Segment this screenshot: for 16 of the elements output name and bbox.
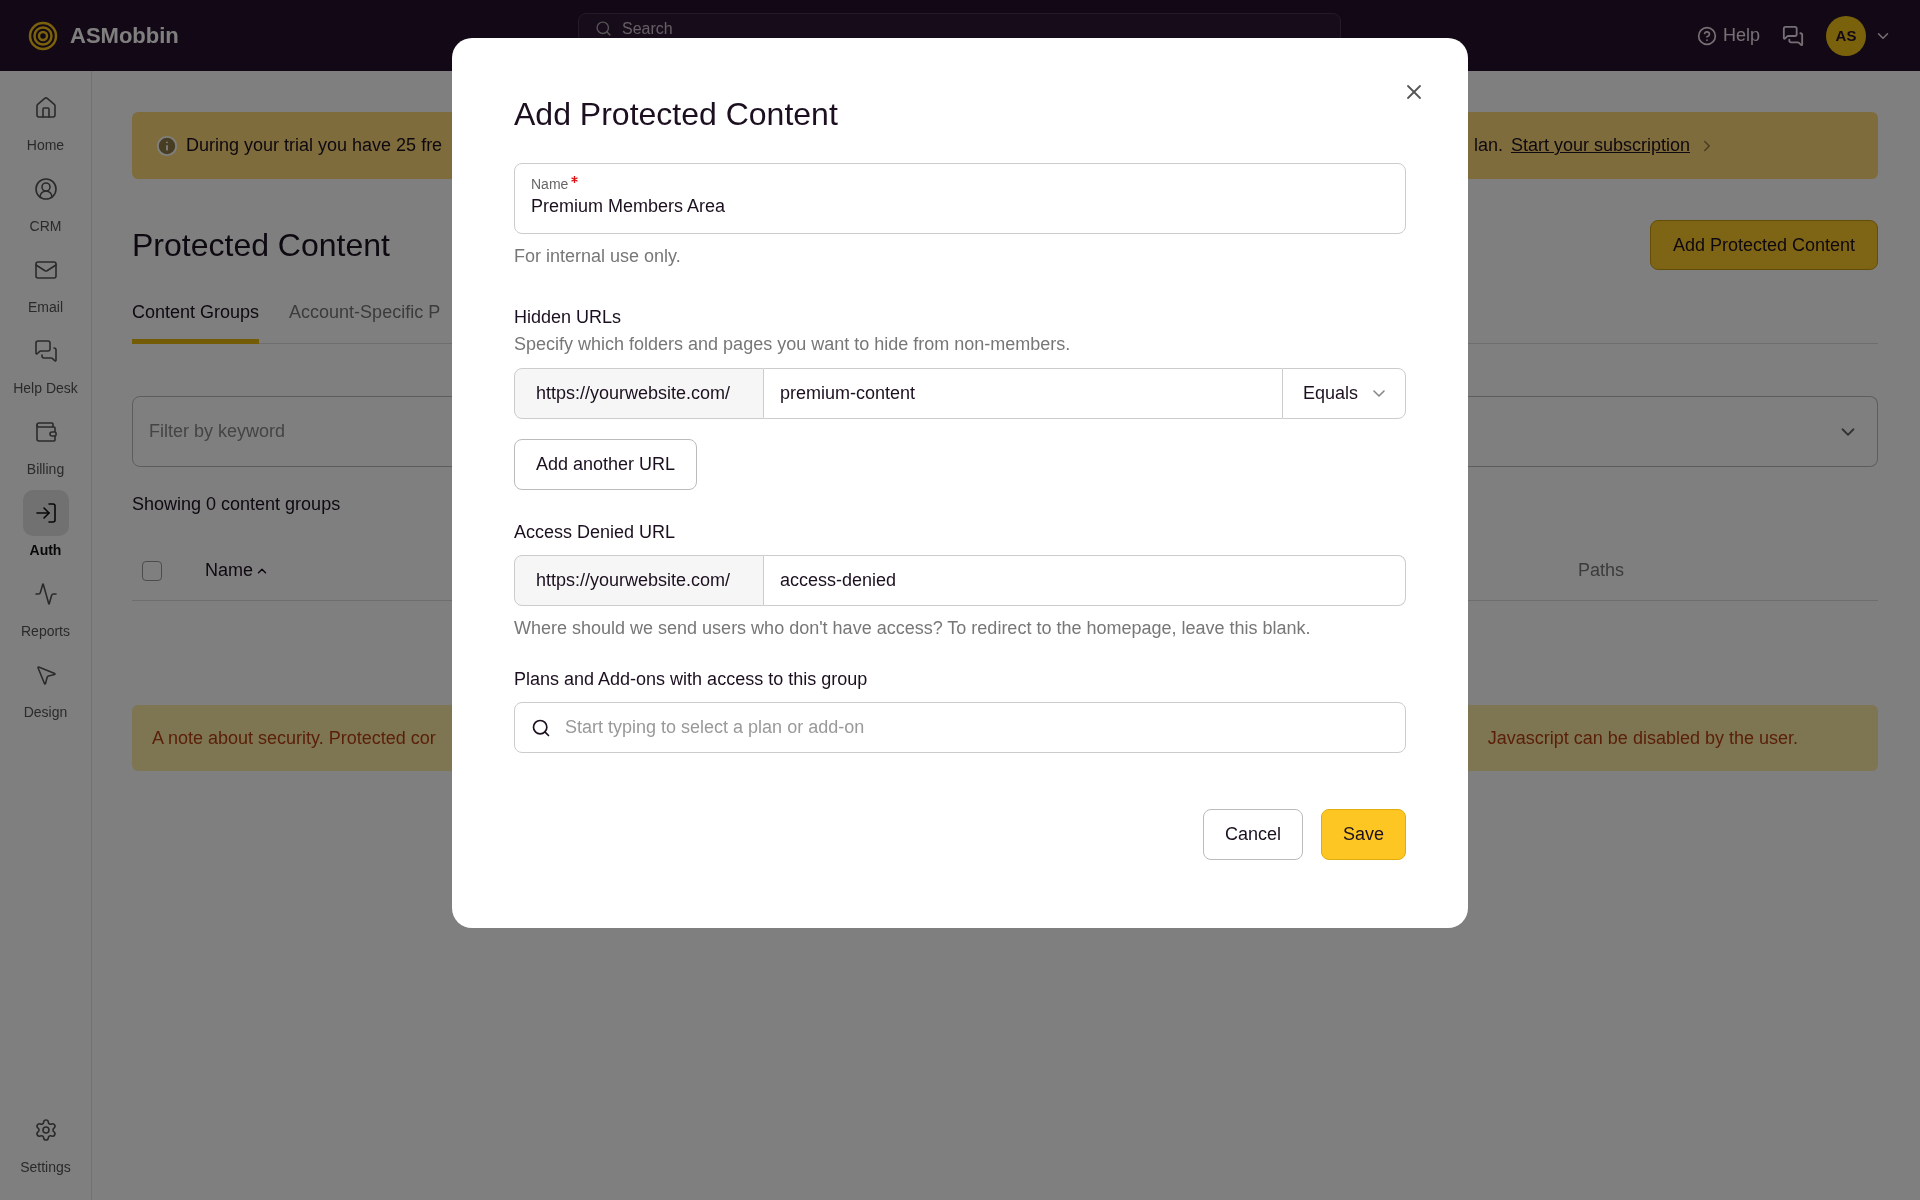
helper-text: For internal use only.: [514, 246, 682, 267]
section-label: Plans and Add-ons with access to this group: [514, 669, 869, 690]
brand-name: ASMobbin: [70, 22, 179, 49]
result-count: Showing 0 content groups: [132, 494, 342, 515]
url-prefix: https://yourwebsite.com/: [514, 368, 764, 419]
section-label: Hidden URLs: [514, 307, 623, 328]
dialog-title: Add Protected Content: [514, 96, 839, 133]
helper-text: Specify which folders and pages you want to hide from non-members.: [514, 334, 1072, 355]
url-prefix: https://yourwebsite.com/: [514, 555, 764, 606]
notice-text: Javascript can be disabled by the user.: [1487, 727, 1798, 749]
banner-text: During your trial you have 25 fre: [186, 135, 443, 156]
section-label: Access Denied URL: [514, 522, 677, 543]
notice-text: A note about security. Protected cor: [152, 727, 436, 749]
helper-text: Where should we send users who don't have access? To redirect to the homepage, leave this blank.: [514, 618, 1312, 639]
banner-text: lan.: [1473, 135, 1503, 156]
page-title: Protected Content: [132, 226, 390, 264]
